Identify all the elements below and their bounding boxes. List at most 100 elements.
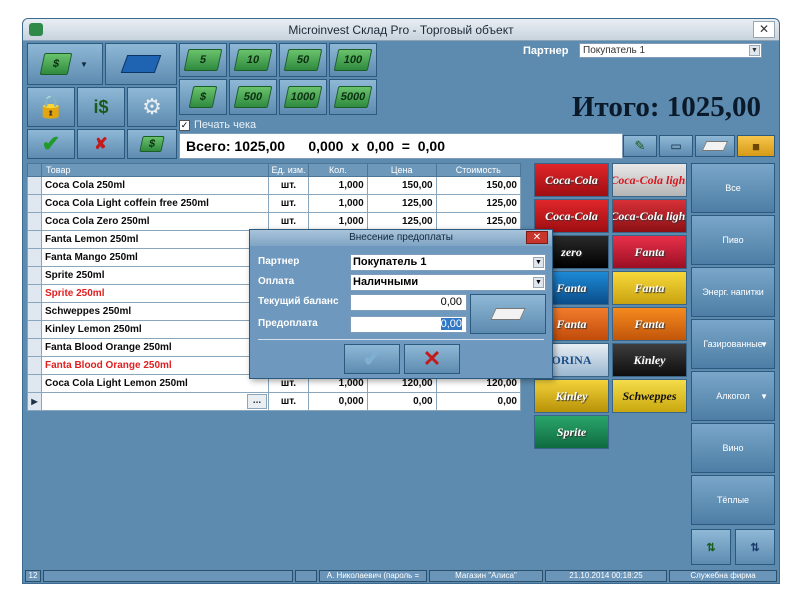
- column-header-qty[interactable]: Кол.: [308, 163, 368, 177]
- money-5000-button[interactable]: 5000: [329, 79, 377, 115]
- price-cell: 125,00: [366, 212, 437, 231]
- money-500-button[interactable]: 500: [229, 79, 277, 115]
- money-10-button[interactable]: 10: [229, 43, 277, 77]
- product-coca-cola-light-button[interactable]: Coca-Cola light: [612, 163, 687, 197]
- category-warm-button[interactable]: Тёплые: [691, 475, 775, 525]
- dialog-prepay-field[interactable]: 0,00: [350, 316, 467, 333]
- product-logo: Coca-Cola light: [612, 208, 687, 223]
- dialog-balance-field[interactable]: 0,00: [350, 294, 467, 311]
- unit-cell: шт.: [268, 392, 309, 411]
- box-button[interactable]: ■: [737, 135, 775, 157]
- app-window: Microinvest Склад Pro - Торговый объект …: [22, 18, 780, 584]
- product-coca-cola-button[interactable]: Coca-Cola: [534, 199, 609, 233]
- sort-alpha-button[interactable]: ⇅: [735, 529, 775, 565]
- total-value: 1025,00: [666, 91, 761, 123]
- cancel-document-button[interactable]: ✘: [77, 129, 125, 159]
- confirm-button[interactable]: ✔: [27, 129, 75, 159]
- new-item-row[interactable]: ▶ ... шт. 0,000 0,00 0,00: [27, 392, 522, 411]
- dialog-ok-button[interactable]: ✔: [344, 344, 400, 374]
- category-energy-drinks-button[interactable]: Энерг. напитки: [691, 267, 775, 317]
- qty-cell: 1,000: [308, 194, 368, 213]
- product-coca-cola-light-button[interactable]: Coca-Cola light: [612, 199, 687, 233]
- close-window-button[interactable]: ✕: [753, 21, 775, 38]
- print-receipt-checkbox[interactable]: ✓ Печать чека: [179, 119, 256, 131]
- status-number: 12: [25, 570, 41, 582]
- cash-menu-button[interactable]: $ ▼: [27, 43, 103, 85]
- product-fanta-button[interactable]: Fanta: [612, 235, 687, 269]
- column-header-price[interactable]: Цена: [366, 163, 437, 177]
- category-all-button[interactable]: Все: [691, 163, 775, 213]
- product-kinley-button[interactable]: Kinley: [612, 343, 687, 377]
- table-row[interactable]: Coca Cola Light coffein free 250ml шт. 1,0…: [27, 194, 522, 213]
- chevron-down-icon: ▼: [533, 257, 544, 268]
- product-kinley-button[interactable]: Kinley: [534, 379, 609, 413]
- column-header-product[interactable]: Товар: [41, 163, 269, 177]
- partner-select[interactable]: Покупатель 1 ▼: [579, 43, 762, 58]
- category-carbonated-button[interactable]: Газированные ▼: [691, 319, 775, 369]
- indicator-header: [27, 163, 42, 177]
- dialog-prepay-value: 0,00: [440, 318, 462, 330]
- browse-product-button[interactable]: ...: [247, 394, 267, 409]
- dialog-partner-select[interactable]: Покупатель 1 ▼: [350, 254, 546, 271]
- product-logo: Fanta: [634, 316, 665, 331]
- price-cell[interactable]: 0,00: [366, 392, 437, 411]
- dialog-close-button[interactable]: ✕: [526, 231, 548, 244]
- edit-button[interactable]: ✎: [623, 135, 657, 157]
- product-fanta-button[interactable]: Fanta: [612, 307, 687, 341]
- column-header-unit[interactable]: Ед. изм.: [268, 163, 309, 177]
- product-coca-cola-button[interactable]: Coca-Cola: [534, 163, 609, 197]
- new-product-cell[interactable]: ...: [41, 392, 269, 411]
- category-label: Все: [725, 183, 741, 193]
- money-50-button[interactable]: 50: [279, 43, 327, 77]
- dialog-payment-select[interactable]: Наличными ▼: [350, 274, 546, 291]
- row-indicator: [27, 194, 42, 213]
- qty-cell: 1,000: [308, 212, 368, 231]
- status-empty: [295, 570, 317, 582]
- product-name: Coca Cola Light Lemon 250ml: [41, 374, 269, 393]
- title-bar: Microinvest Склад Pro - Торговый объект …: [23, 19, 779, 41]
- settings-button[interactable]: ⚙: [127, 87, 177, 127]
- edit-icon: ✎: [634, 138, 646, 153]
- product-logo: Coca-Cola: [545, 208, 598, 223]
- category-beer-button[interactable]: Пиво: [691, 215, 775, 265]
- product-schweppes-button[interactable]: Schweppes: [612, 379, 687, 413]
- money-5-button[interactable]: 5: [179, 43, 227, 77]
- payment-money-button[interactable]: $: [127, 129, 177, 159]
- dialog-prepay-label: Предоплата: [258, 318, 318, 329]
- table-row[interactable]: Coca Cola 250ml шт. 1,000 150,00 150,00: [27, 176, 522, 195]
- qty-cell[interactable]: 0,000: [308, 392, 368, 411]
- category-alcohol-button[interactable]: Алкогол ▼: [691, 371, 775, 421]
- pay-exact-button[interactable]: $: [179, 79, 227, 115]
- info-price-button[interactable]: i$: [77, 87, 125, 127]
- chevron-down-icon: ▼: [760, 339, 768, 349]
- table-row[interactable]: Coca Cola Zero 250ml шт. 1,000 125,00 125,00: [27, 212, 522, 231]
- lock-keys-button[interactable]: 🔒: [27, 87, 75, 127]
- unit-cell: шт.: [268, 176, 309, 195]
- product-name: Fanta Blood Orange 250ml: [41, 356, 269, 375]
- product-fanta-button[interactable]: Fanta: [612, 271, 687, 305]
- category-label: Энерг. напитки: [702, 287, 764, 297]
- dropdown-arrow-icon: ▼: [80, 59, 88, 69]
- checkbox-checked-icon: ✓: [179, 119, 190, 131]
- payment-card-button[interactable]: [105, 43, 177, 85]
- product-logo: Fanta: [556, 316, 587, 331]
- money-1000-button[interactable]: 1000: [279, 79, 327, 115]
- product-name: Fanta Mango 250ml: [41, 248, 269, 267]
- product-sprite-button[interactable]: Sprite: [534, 415, 609, 449]
- column-header-cost[interactable]: Стоимость: [435, 163, 522, 177]
- sort-numeric-button[interactable]: ⇅: [691, 529, 731, 565]
- banknote-icon: 100: [333, 49, 373, 71]
- banknote-icon: 500: [233, 86, 273, 108]
- total-label: Итого:: [571, 91, 660, 123]
- dialog-payment-value: Наличными: [353, 276, 419, 288]
- print-button[interactable]: ▭: [659, 135, 693, 157]
- eraser-button[interactable]: [695, 135, 735, 157]
- close-icon: ✕: [422, 346, 442, 371]
- status-datetime: 21.10.2014 00:18:25: [545, 570, 667, 582]
- money-100-button[interactable]: 100: [329, 43, 377, 77]
- category-wine-button[interactable]: Вино: [691, 423, 775, 473]
- dialog-cancel-button[interactable]: ✕: [404, 344, 460, 374]
- row-indicator: [27, 374, 42, 393]
- dialog-eraser-button[interactable]: [470, 294, 546, 334]
- status-bar: 12 А. Николаевич (пароль = Магазин "Алис…: [23, 569, 779, 583]
